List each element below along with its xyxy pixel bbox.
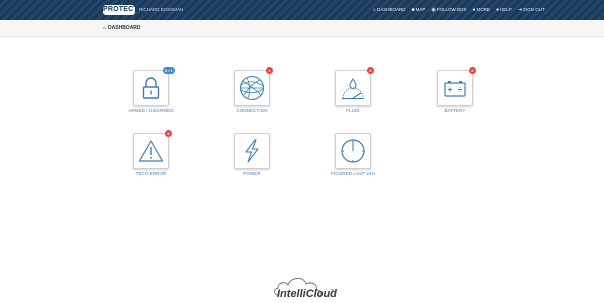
nav-more[interactable]: ● MORE [472,7,490,13]
armed-count-badge: 0 / 1 [163,67,175,74]
clock-icon [341,139,365,163]
connection-button[interactable] [234,70,270,106]
nav-dashboard[interactable]: ⌂ DASHBOARD [373,7,406,13]
nav-help-label: HELP [500,7,512,12]
sign-out-icon: ⇥ [517,7,523,13]
nav-follow-label: FOLLOW BOX [436,7,467,12]
battery-button[interactable] [437,70,473,106]
battery-icon [444,81,466,97]
user-name: RICHARD BOSSMAN [139,7,184,12]
footer-brand: IntelliCloud [277,288,337,300]
home-icon: ⌂ [373,7,377,13]
nav-map[interactable]: ■ MAP [412,7,426,13]
follow-icon: ◉ [431,7,436,13]
tile-label: CONNECTION [236,108,268,113]
fluid-button[interactable] [335,70,371,106]
tile-label: FIGURED LAST 24H [331,171,375,176]
warning-icon [138,140,164,162]
breadcrumb-bar: ⌂ DASHBOARD [0,20,604,37]
tile-label: BATTERY [444,108,466,113]
power-button[interactable] [234,133,270,169]
top-nav-menu: ⌂ DASHBOARD ■ MAP ◉ FOLLOW BOX ● MORE ● HELP … [373,7,545,13]
top-navigation-bar: PROTECT RICHARD BOSSMAN ⌂ DASHBOARD ■ MAP … [0,0,604,20]
tile-label: ARMED / DISARMED [128,108,174,113]
nav-follow-box[interactable]: ◉ FOLLOW BOX [431,7,466,13]
globe-icon [239,75,265,101]
nav-map-label: MAP [415,7,426,12]
tile-label: TECH ERROR [135,171,167,176]
fluid-gauge-icon [342,78,364,99]
battery-alert-badge: 0 [469,67,476,74]
fluid-alert-badge: 0 [367,67,374,74]
help-icon: ● [496,7,500,13]
nav-sign-out-label: SIGN OUT [523,7,545,12]
lock-icon [142,77,160,99]
nav-more-label: MORE [476,7,491,12]
breadcrumb-label: DASHBOARD [108,25,141,31]
tech-error-alert-badge: 0 [165,130,172,137]
power-bolt-icon [245,139,259,163]
footer-trademark: ™ [330,288,334,293]
map-icon: ■ [411,7,415,13]
nav-help[interactable]: ● HELP [496,7,512,13]
home-icon: ⌂ [103,25,107,31]
nav-dashboard-label: DASHBOARD [377,7,406,12]
figured-last-24h-button[interactable] [335,133,371,169]
armed-disarmed-button[interactable] [133,70,169,106]
connection-alert-badge: 1 [266,67,273,74]
tile-label: POWER [243,171,261,176]
tile-label: FLUID [346,108,360,113]
tech-error-button[interactable] [133,133,169,169]
nav-sign-out[interactable]: ⇥ SIGN OUT [518,7,545,13]
protect-logo[interactable]: PROTECT [103,5,138,15]
more-icon: ● [472,7,476,13]
breadcrumb[interactable]: ⌂ DASHBOARD [103,25,141,31]
